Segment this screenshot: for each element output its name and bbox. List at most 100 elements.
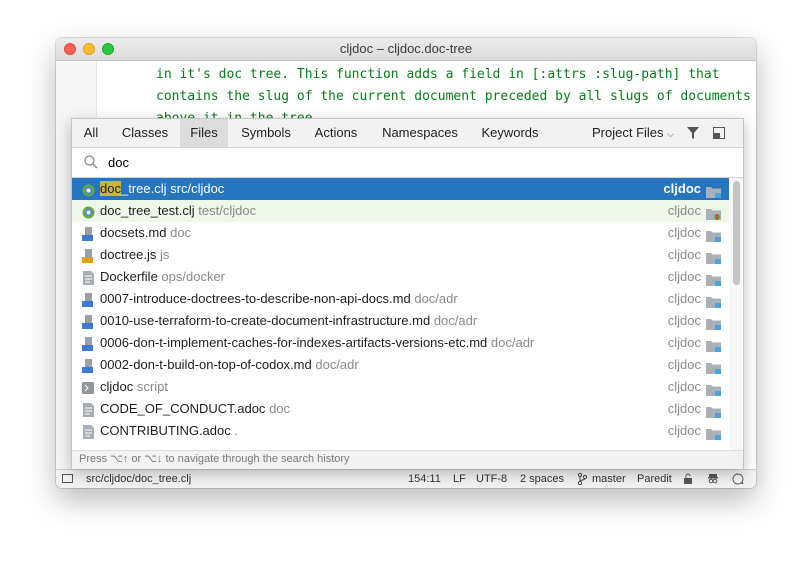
result-project: cljdoc [667, 357, 701, 372]
result-path: doc/adr [315, 357, 359, 372]
code-line: in it's doc tree. This function adds a f… [156, 67, 720, 82]
scrollbar-thumb[interactable] [733, 181, 740, 285]
result-row[interactable]: CONTRIBUTING.adoc . cljdoc [72, 420, 729, 442]
result-project: cljdoc [667, 203, 701, 218]
result-project: cljdoc [667, 313, 701, 328]
tab-keywords[interactable]: Keywords [474, 119, 546, 147]
cursor-position[interactable]: 154:11 [408, 470, 441, 488]
status-bar: src/cljdoc/doc_tree.clj 154:11 LF UTF-8 … [56, 469, 756, 488]
result-path: doc/adr [414, 291, 458, 306]
tab-actions[interactable]: Actions [306, 119, 366, 147]
result-row[interactable]: 0002-don-t-build-on-top-of-codox.md doc/… [72, 354, 729, 376]
result-row[interactable]: doc_tree.clj src/cljdoc cljdoc [72, 178, 729, 200]
result-row[interactable]: doctree.js js cljdoc [72, 244, 729, 266]
result-name: CODE_OF_CONDUCT.adoc doc [100, 401, 291, 416]
result-project: cljdoc [667, 401, 701, 416]
match-highlight: doc [100, 181, 121, 196]
close-window-button[interactable] [64, 43, 76, 55]
tab-symbols[interactable]: Symbols [232, 119, 300, 147]
chevron-down-icon: ⌵ [667, 129, 674, 139]
result-name: Dockerfile ops/docker [100, 269, 226, 284]
result-project: cljdoc [667, 269, 701, 284]
editor-mode[interactable]: Paredit [637, 470, 672, 488]
result-row[interactable]: Dockerfile ops/docker cljdoc [72, 266, 729, 288]
text-file-icon [82, 424, 95, 439]
open-in-tool-window-icon[interactable] [710, 119, 728, 147]
search-input[interactable] [108, 152, 708, 172]
result-name: 0002-don-t-build-on-top-of-codox.md doc/… [100, 357, 359, 372]
source-folder-icon [706, 183, 721, 198]
test-folder-icon [706, 205, 721, 220]
source-folder-icon [706, 293, 721, 308]
result-path: js [160, 247, 170, 262]
result-path: test/cljdoc [198, 203, 257, 218]
result-path: doc/adr [490, 335, 535, 350]
result-row[interactable]: CODE_OF_CONDUCT.adoc doc cljdoc [72, 398, 729, 420]
source-folder-icon [706, 271, 721, 286]
result-path: doc/adr [433, 313, 478, 328]
line-separator[interactable]: LF [453, 470, 466, 488]
scope-dropdown[interactable]: Project Files ⌵ [590, 119, 676, 147]
result-row[interactable]: 0010-use-terraform-to-create-document-in… [72, 310, 729, 332]
clojure-file-icon [82, 182, 95, 197]
result-name: 0010-use-terraform-to-create-document-in… [100, 313, 478, 328]
markdown-file-icon [82, 358, 95, 373]
result-name: docsets.md doc [100, 225, 192, 240]
markdown-file-icon [82, 226, 95, 241]
tool-windows-icon[interactable] [62, 474, 73, 483]
result-project: cljdoc [667, 247, 701, 262]
markdown-file-icon [82, 336, 95, 351]
window-title: cljdoc – cljdoc.doc-tree [339, 41, 473, 56]
shell-script-icon [82, 380, 95, 394]
result-project: cljdoc [667, 423, 701, 438]
result-name: doctree.js js [100, 247, 170, 262]
result-row[interactable]: doc_tree_test.clj test/cljdoc cljdoc [72, 200, 729, 222]
result-row[interactable]: docsets.md doc cljdoc [72, 222, 729, 244]
source-folder-icon [706, 403, 721, 418]
text-file-icon [82, 402, 95, 417]
result-path: src/cljdoc [170, 181, 225, 196]
source-folder-icon [706, 381, 721, 396]
hint-text: Press ⌥↑ or ⌥↓ to navigate through the s… [79, 453, 350, 465]
source-folder-icon [706, 337, 721, 352]
clojure-file-icon [82, 204, 95, 219]
result-project: cljdoc [667, 335, 701, 350]
result-name: cljdoc script [100, 379, 168, 394]
javascript-file-icon [82, 248, 95, 263]
result-row[interactable]: cljdoc script cljdoc [72, 376, 729, 398]
search-history-hint: Press ⌥↑ or ⌥↓ to navigate through the s… [72, 450, 743, 469]
result-project: cljdoc [667, 379, 701, 394]
source-folder-icon [706, 315, 721, 330]
status-file-path[interactable]: src/cljdoc/doc_tree.clj [86, 470, 191, 488]
result-project: cljdoc [667, 225, 701, 240]
indent-setting[interactable]: 2 spaces [520, 470, 564, 488]
result-row[interactable]: 0007-introduce-doctrees-to-describe-non-… [72, 288, 729, 310]
tab-all[interactable]: All [76, 119, 106, 147]
inspector-icon[interactable] [707, 470, 719, 488]
result-name: doc_tree.clj src/cljdoc [100, 181, 225, 196]
source-folder-icon [706, 227, 721, 242]
lock-icon[interactable] [683, 470, 693, 488]
result-name: doc_tree_test.clj test/cljdoc [100, 203, 257, 218]
scope-label: Project Files [592, 125, 664, 140]
source-folder-icon [706, 425, 721, 440]
source-folder-icon [706, 359, 721, 374]
zoom-window-button[interactable] [102, 43, 114, 55]
tab-classes[interactable]: Classes [110, 119, 180, 147]
filter-icon[interactable] [684, 119, 702, 147]
result-row[interactable]: 0006-don-t-implement-caches-for-indexes-… [72, 332, 729, 354]
search-results-list: doc_tree.clj src/cljdoc cljdoc doc_tree_te… [72, 178, 729, 450]
result-name: 0006-don-t-implement-caches-for-indexes-… [100, 335, 535, 350]
search-bar [72, 148, 743, 178]
tab-namespaces[interactable]: Namespaces [374, 119, 466, 147]
result-path: doc [170, 225, 192, 240]
notifications-icon[interactable] [732, 470, 744, 488]
code-line: contains the slug of the current documen… [156, 89, 751, 104]
result-path: . [234, 423, 238, 438]
file-encoding[interactable]: UTF-8 [476, 470, 507, 488]
text-file-icon [82, 270, 95, 285]
tab-files[interactable]: Files [180, 119, 228, 147]
minimize-window-button[interactable] [83, 43, 95, 55]
search-tabs: All Classes Files Symbols Actions Namesp… [72, 119, 743, 148]
vcs-branch[interactable]: master [592, 470, 626, 488]
